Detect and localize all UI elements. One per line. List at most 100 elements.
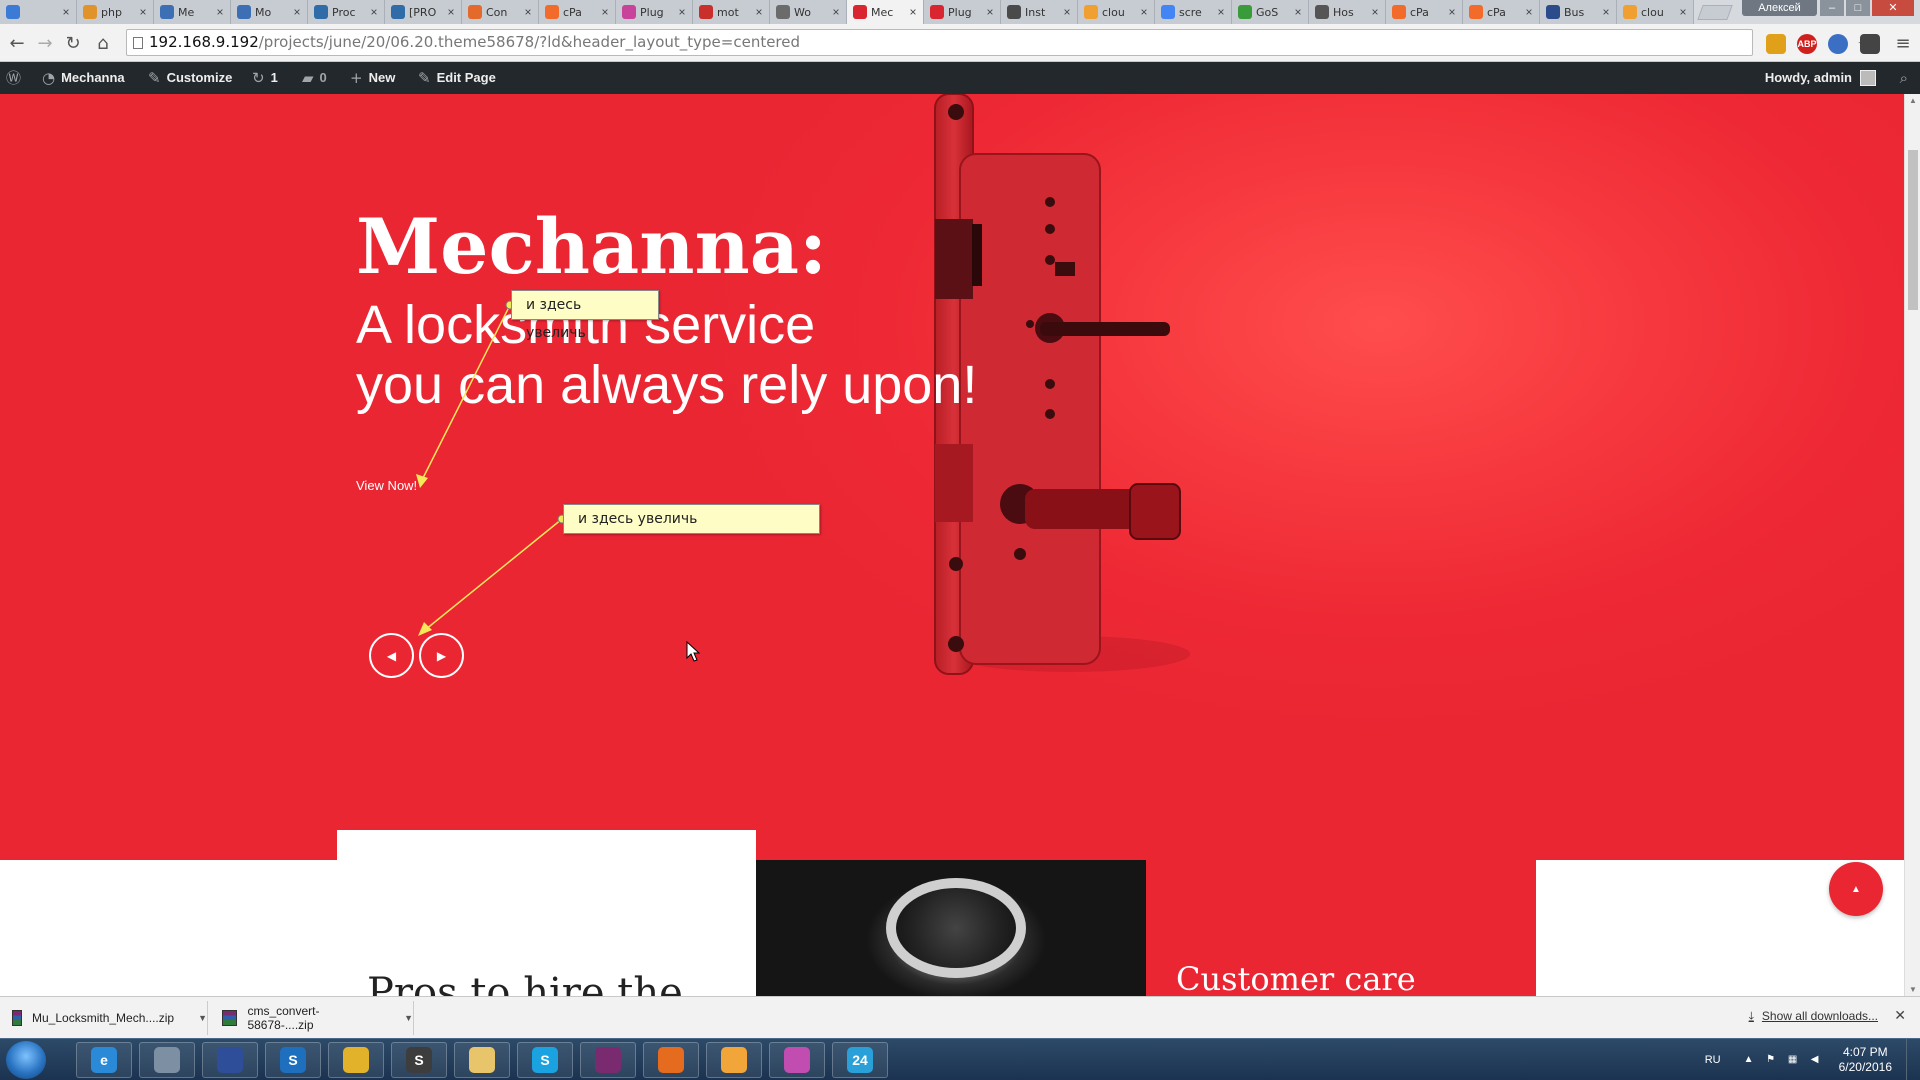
admin-bar-site-name[interactable]: ◔ Mechanna [42,62,125,94]
home-icon[interactable]: ⌂ [92,33,114,55]
extension-icon-3[interactable] [1828,34,1848,54]
browser-tab[interactable]: Hos × [1309,0,1386,24]
show-hidden-icons-icon[interactable]: ▲ [1743,1054,1755,1066]
address-bar[interactable]: 192.168.9.192/projects/june/20/06.20.the… [126,29,1873,56]
tab-close-icon[interactable]: × [676,5,688,19]
chevron-down-icon[interactable]: ▼ [198,1013,207,1023]
tab-close-icon[interactable]: × [291,5,303,19]
reload-icon[interactable]: ↻ [62,33,84,55]
taskbar-app-firefox[interactable] [643,1042,699,1078]
browser-tab[interactable]: Plug × [616,0,693,24]
taskbar-app-internet-explorer[interactable]: e [76,1042,132,1078]
tab-close-icon[interactable]: × [1061,5,1073,19]
action-center-flag-icon[interactable]: ⚑ [1765,1054,1777,1066]
tab-close-icon[interactable]: × [60,5,72,19]
browser-tab[interactable]: Wo × [770,0,847,24]
tab-close-icon[interactable]: × [1677,5,1689,19]
scrollbar-thumb[interactable] [1908,150,1918,310]
admin-bar-search-icon[interactable]: ⌕ [1900,62,1908,94]
close-icon[interactable]: ✕ [1894,1007,1906,1024]
browser-tab[interactable]: Plug × [924,0,1001,24]
tab-close-icon[interactable]: × [1138,5,1150,19]
browser-tab[interactable]: GoS × [1232,0,1309,24]
forward-icon[interactable]: → [34,33,56,55]
clock[interactable]: 4:07 PM 6/20/2016 [1839,1045,1892,1075]
tab-close-icon[interactable]: × [984,5,996,19]
download-item[interactable]: Mu_Locksmith_Mech....zip ▼ [0,1001,208,1035]
taskbar-app-file-explorer[interactable] [454,1042,510,1078]
browser-tab[interactable]: cPa × [1386,0,1463,24]
taskbar-app-calculator[interactable] [139,1042,195,1078]
tab-close-icon[interactable]: × [599,5,611,19]
tab-close-icon[interactable]: × [753,5,765,19]
adblock-plus-icon[interactable]: ABP [1797,34,1817,54]
minimize-button[interactable]: – [1820,0,1844,16]
start-button[interactable] [6,1041,46,1079]
scroll-to-top-button[interactable]: ▲ [1829,862,1883,916]
network-icon[interactable]: ▦ [1787,1054,1799,1066]
wordpress-logo-icon[interactable]: Ⓦ [6,62,21,94]
chrome-menu-icon[interactable]: ≡ [1892,33,1914,55]
scroll-down-icon[interactable]: ▼ [1909,985,1917,994]
show-all-downloads-link[interactable]: ⤓ Show all downloads... [1749,1009,1878,1024]
browser-tab[interactable]: cPa × [539,0,616,24]
taskbar-app-sublime-text[interactable]: S [391,1042,447,1078]
profile-button[interactable]: Алексей [1742,0,1817,16]
admin-bar-account[interactable]: Howdy, admin [1765,62,1876,94]
extension-icon-1[interactable] [1766,34,1786,54]
browser-tab[interactable]: Inst × [1001,0,1078,24]
taskbar-app-skype[interactable]: S [517,1042,573,1078]
back-icon[interactable]: ← [6,33,28,55]
tab-close-icon[interactable]: × [1369,5,1381,19]
browser-tab[interactable]: Me × [154,0,231,24]
browser-tab[interactable]: cPa × [1463,0,1540,24]
tab-close-icon[interactable]: × [1215,5,1227,19]
chevron-down-icon[interactable]: ▼ [404,1013,413,1023]
browser-tab[interactable]: php × [77,0,154,24]
browser-tab[interactable]: × [0,0,77,24]
browser-tab[interactable]: clou × [1078,0,1155,24]
volume-icon[interactable]: ◀ [1809,1054,1821,1066]
tab-close-icon[interactable]: × [522,5,534,19]
tab-close-icon[interactable]: × [368,5,380,19]
browser-tab[interactable]: Mo × [231,0,308,24]
admin-bar-customize[interactable]: ✎ Customize [148,62,232,94]
taskbar-app-s-app[interactable]: S [265,1042,321,1078]
taskbar-app-chrome[interactable] [328,1042,384,1078]
tab-close-icon[interactable]: × [1600,5,1612,19]
taskbar-app-floppy[interactable] [202,1042,258,1078]
show-desktop-button[interactable] [1906,1039,1920,1080]
browser-tab[interactable]: mot × [693,0,770,24]
browser-tab[interactable]: Bus × [1540,0,1617,24]
tab-close-icon[interactable]: × [1446,5,1458,19]
download-item[interactable]: cms_convert-58678-....zip ▼ [210,1001,414,1035]
browser-tab[interactable]: [PRO × [385,0,462,24]
tab-close-icon[interactable]: × [907,5,919,19]
page-scrollbar[interactable]: ▲ ▼ [1904,94,1920,996]
admin-bar-edit-page[interactable]: ✎ Edit Page [418,62,496,94]
browser-tab[interactable]: scre × [1155,0,1232,24]
taskbar-app-winrar[interactable] [580,1042,636,1078]
tab-close-icon[interactable]: × [1523,5,1535,19]
mail-icon[interactable]: ✉ [1860,34,1880,54]
tab-active[interactable]: Mec × [847,0,924,24]
tab-close-icon[interactable]: × [830,5,842,19]
admin-bar-comments[interactable]: ▰ 0 [302,62,327,94]
taskbar-app-image-viewer[interactable] [706,1042,762,1078]
scroll-up-icon[interactable]: ▲ [1909,96,1917,105]
browser-tab[interactable]: Proc × [308,0,385,24]
tab-close-icon[interactable]: × [1292,5,1304,19]
admin-bar-updates[interactable]: ↻ 1 [252,62,278,94]
tab-close-icon[interactable]: × [445,5,457,19]
tab-close-icon[interactable]: × [137,5,149,19]
language-indicator[interactable]: RU [1705,1054,1721,1066]
maximize-button[interactable]: □ [1846,0,1870,16]
taskbar-app-paint[interactable] [769,1042,825,1078]
admin-bar-new[interactable]: + New [350,62,395,94]
window-close-button[interactable]: ✕ [1872,0,1914,16]
new-tab-button[interactable] [1697,5,1733,20]
browser-tab[interactable]: Con × [462,0,539,24]
taskbar-app-clock-24[interactable]: 24 [832,1042,888,1078]
tab-close-icon[interactable]: × [214,5,226,19]
browser-tab[interactable]: clou × [1617,0,1694,24]
